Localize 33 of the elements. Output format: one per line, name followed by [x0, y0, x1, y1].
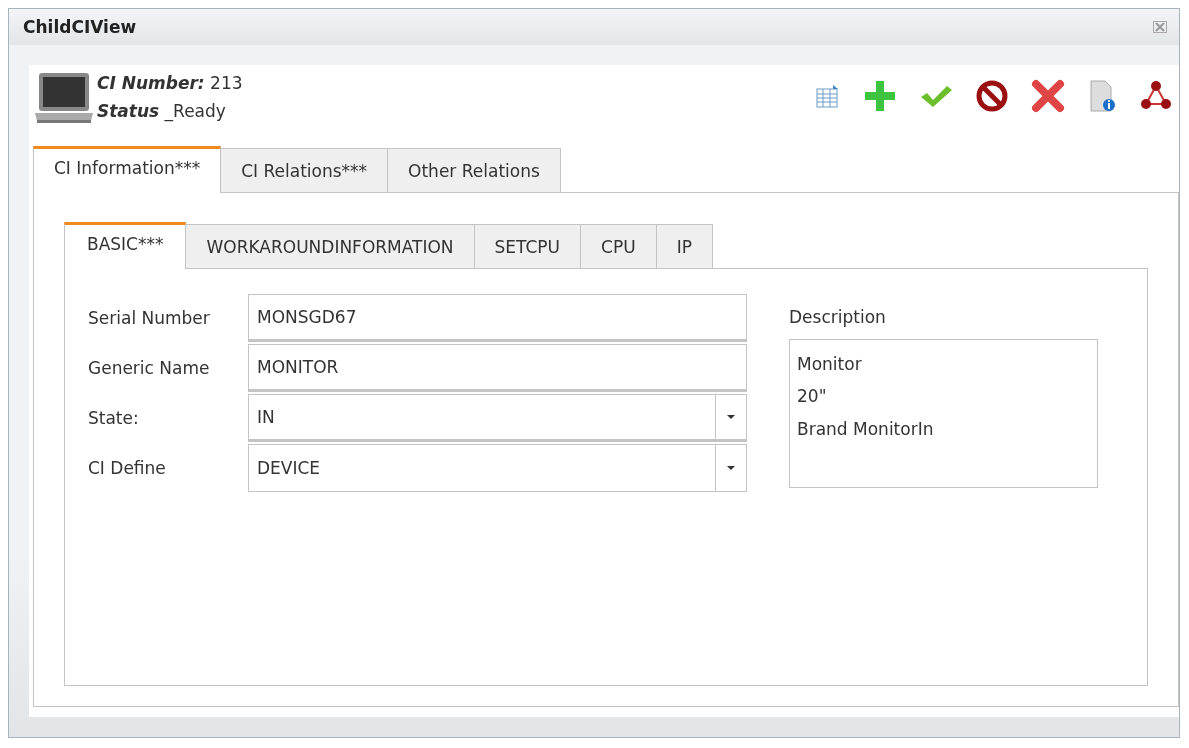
- document-info-icon[interactable]: [1087, 79, 1117, 113]
- prohibited-icon[interactable]: [975, 79, 1009, 113]
- add-icon[interactable]: [863, 79, 897, 113]
- dropdown-field[interactable]: DEVICE: [248, 444, 747, 492]
- tab[interactable]: WORKAROUNDINFORMATION: [185, 224, 475, 268]
- delete-icon[interactable]: [1031, 79, 1065, 113]
- field-label: Serial Number: [88, 308, 211, 328]
- caret-icon: [727, 466, 735, 470]
- ci-number-value: 213: [210, 73, 243, 93]
- field-label: Generic Name: [88, 358, 211, 378]
- field-label: State:: [88, 408, 140, 428]
- field-label: Description: [789, 307, 887, 327]
- check-icon[interactable]: [919, 83, 953, 109]
- grid-icon[interactable]: [815, 83, 841, 109]
- tab[interactable]: Other Relations: [387, 148, 561, 192]
- tab[interactable]: CI Relations***: [220, 148, 389, 192]
- caret-icon: [727, 415, 735, 419]
- field-label: CI Define: [88, 458, 167, 478]
- window-title: ChildCIView: [23, 17, 137, 37]
- input-field[interactable]: MONITOR: [248, 344, 747, 392]
- input-field[interactable]: MONSGD67: [248, 294, 747, 342]
- tab[interactable]: SETCPU: [473, 224, 582, 268]
- laptop-icon: [33, 71, 95, 125]
- tab[interactable]: CPU: [580, 224, 657, 268]
- close-icon[interactable]: [1153, 21, 1167, 33]
- dropdown-field[interactable]: IN: [248, 394, 747, 442]
- description-textarea[interactable]: Monitor 20" Brand MonitorIn: [789, 339, 1098, 488]
- status-value: _Ready: [164, 101, 226, 121]
- status-label: Status: [97, 101, 160, 121]
- tab[interactable]: CI Information***: [33, 146, 222, 193]
- ci-number-label: CI Number:: [97, 73, 205, 93]
- tab[interactable]: BASIC***: [64, 222, 187, 269]
- tab[interactable]: IP: [655, 224, 713, 268]
